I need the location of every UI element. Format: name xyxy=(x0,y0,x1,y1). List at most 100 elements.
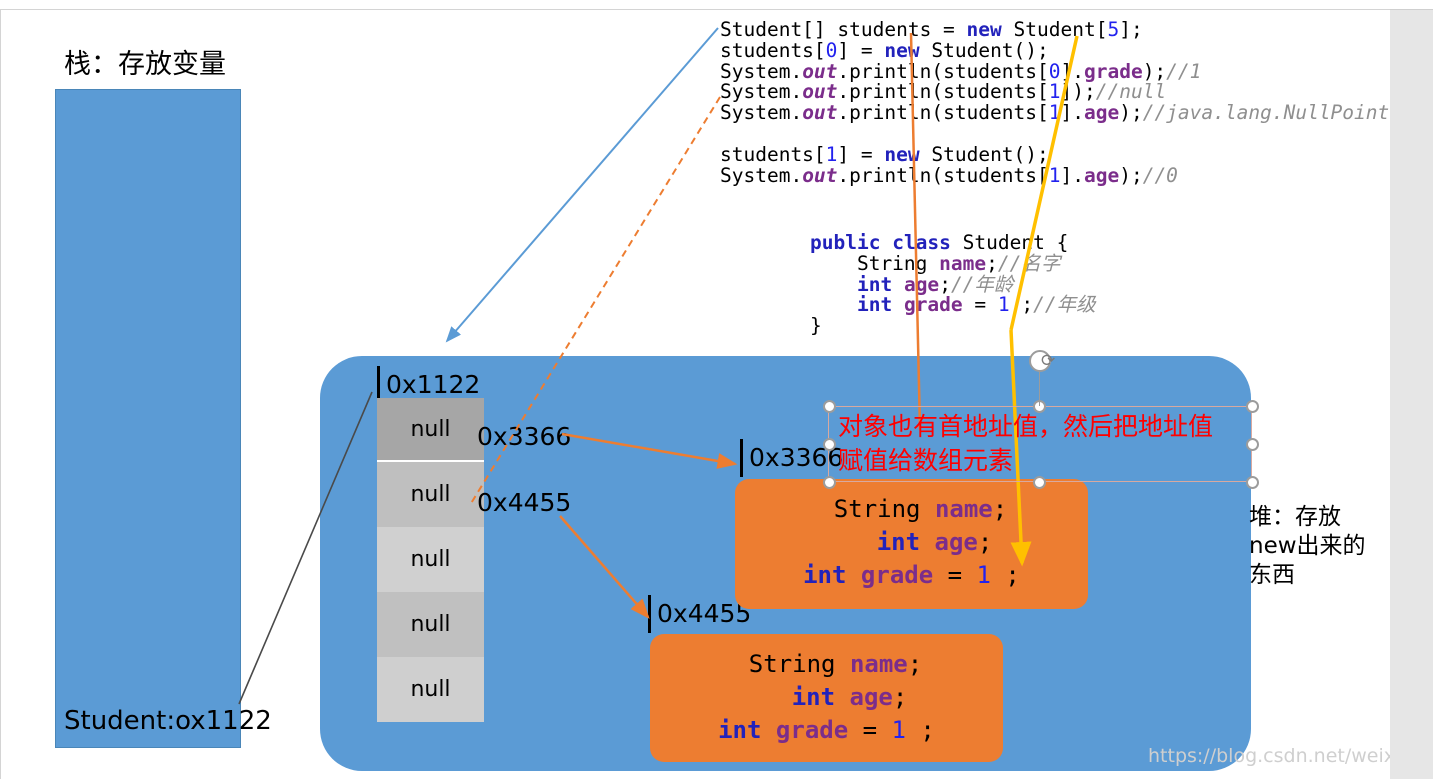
field-tail: ; xyxy=(905,716,935,744)
object-address-1: 0x4455 xyxy=(648,595,751,633)
field-type: int xyxy=(791,683,836,711)
array-cell[interactable]: null xyxy=(377,592,484,657)
code-line: int grade = 1 ;//年级 xyxy=(856,293,1096,317)
array-cell[interactable]: null xyxy=(377,462,484,527)
number: 0 xyxy=(1048,59,1061,83)
field-tail: ; xyxy=(990,561,1020,589)
slide-left-border xyxy=(0,9,1,779)
heap-label-text: 堆：存放 new出来的 东西 xyxy=(1249,504,1366,588)
keyword-public: public xyxy=(810,231,881,254)
page-edge-bottom xyxy=(1390,190,1398,779)
code-line: Student[] students = new Student[5]; xyxy=(720,18,1143,41)
rotation-handle-stem xyxy=(1039,368,1040,406)
object-field-line: int grade = 1 ; xyxy=(650,714,1003,747)
stack-variable-label: Student:ox1122 xyxy=(64,706,272,736)
keyword-new: new xyxy=(884,142,920,166)
field-type: int xyxy=(803,561,847,589)
number: 1 xyxy=(997,293,1010,317)
comment: //1 xyxy=(1166,59,1202,83)
comment: //null xyxy=(1095,80,1167,104)
field-value: 1 xyxy=(976,561,991,589)
field-sep: = xyxy=(848,716,892,744)
code-line: System.out.println(students[1].age);//ja… xyxy=(720,101,1433,124)
number: 1 xyxy=(1048,163,1061,187)
object-field-line: int age; xyxy=(735,526,1088,559)
resize-handle-bottom-center[interactable] xyxy=(1033,476,1046,489)
number: 5 xyxy=(1107,18,1120,41)
field-type: int xyxy=(718,716,762,744)
code-line: System.out.println(students[1]);//null xyxy=(720,80,1167,104)
field-sep: ; xyxy=(907,650,923,678)
field-type: int xyxy=(876,528,921,556)
field-name: name xyxy=(849,650,908,678)
resize-handle-top-left[interactable] xyxy=(823,400,836,413)
stack-variable-box[interactable]: Student:ox1122 xyxy=(56,695,272,747)
array-element-address-0: 0x3366 xyxy=(477,422,572,451)
array-base-address: 0x1122 xyxy=(377,366,480,404)
red-annotation: 对象也有首地址值，然后把地址值 赋值给数组元素 xyxy=(838,410,1258,478)
stack-title: 栈：存放变量 xyxy=(64,49,226,80)
red-annotation-line-2: 赋值给数组元素 xyxy=(838,446,1014,475)
heap-label: 堆：存放 new出来的 东西 xyxy=(1249,503,1389,590)
field-grade: grade xyxy=(903,293,963,317)
field-age: age xyxy=(1083,101,1120,125)
object-field-line: int grade = 1 ; xyxy=(735,559,1088,592)
code-line: System.out.println(students[1].age);//0 xyxy=(720,163,1178,187)
array-cell[interactable]: null xyxy=(377,398,484,462)
field-value: 1 xyxy=(891,716,906,744)
resize-handle-bottom-left[interactable] xyxy=(823,476,836,489)
keyword-class: class xyxy=(892,231,951,254)
comment: //年龄 xyxy=(950,272,1014,296)
number: 0 xyxy=(825,38,838,62)
field-name: grade xyxy=(860,561,934,589)
comment: //0 xyxy=(1142,163,1178,187)
array-cells[interactable]: null null null null null xyxy=(377,398,484,723)
number: 1 xyxy=(825,142,838,166)
stack-region[interactable] xyxy=(55,89,241,748)
ident-out: out xyxy=(802,80,838,104)
field-grade: grade xyxy=(1083,59,1143,83)
code-line: System.out.println(students[0].grade);//… xyxy=(720,59,1202,83)
resize-handle-middle-right[interactable] xyxy=(1246,438,1259,451)
number: 1 xyxy=(1048,80,1061,104)
field-sep: ; xyxy=(892,683,908,711)
keyword-new: new xyxy=(884,38,920,62)
code-block-class[interactable]: public class Student { String name;//名字 … xyxy=(810,231,1096,337)
object-field-line: String name; xyxy=(735,493,1088,526)
field-name: name xyxy=(939,251,987,275)
code-line: students[1] = new Student(); xyxy=(720,142,1049,166)
slide-canvas: 栈：存放变量 Student:ox1122 堆：存放 new出来的 东西 0x1… xyxy=(0,0,1433,779)
resize-handle-bottom-right[interactable] xyxy=(1246,476,1259,489)
ident-out: out xyxy=(802,59,838,83)
code-block-main[interactable]: Student[] students = new Student[5]; stu… xyxy=(720,18,1433,187)
heap-object-box[interactable]: String name; int age; int grade = 1 ; xyxy=(650,634,1003,762)
ident-out: out xyxy=(802,163,838,187)
red-annotation-line-1: 对象也有首地址值，然后把地址值 xyxy=(838,412,1214,441)
code-line: public class Student { xyxy=(810,231,1069,254)
field-type: String xyxy=(833,495,921,523)
code-line: int age;//年龄 xyxy=(856,272,1014,296)
field-name: grade xyxy=(775,716,849,744)
code-line: students[0] = new Student(); xyxy=(720,38,1049,62)
heap-object-box[interactable]: String name; int age; int grade = 1 ; xyxy=(735,479,1088,609)
field-name: age xyxy=(934,528,978,556)
comment: //年级 xyxy=(1033,293,1096,317)
keyword-new: new xyxy=(966,18,1002,41)
field-sep: = xyxy=(933,561,977,589)
field-name: age xyxy=(849,683,893,711)
keyword-int: int xyxy=(856,293,893,317)
ident-out: out xyxy=(802,101,838,125)
array-cell[interactable]: null xyxy=(377,657,484,722)
resize-handle-middle-left[interactable] xyxy=(823,438,836,451)
resize-handle-top-right[interactable] xyxy=(1246,400,1259,413)
object-field-line: String name; xyxy=(650,648,1003,681)
field-sep: ; xyxy=(992,495,1008,523)
code-line: String name;//名字 xyxy=(810,251,1061,275)
slide-top-border xyxy=(0,9,1390,10)
field-type: String xyxy=(748,650,836,678)
connector-array-declaration xyxy=(445,27,719,343)
field-sep: ; xyxy=(977,528,993,556)
array-cell[interactable]: null xyxy=(377,527,484,592)
object-field-line: int age; xyxy=(650,681,1003,714)
field-name: name xyxy=(934,495,993,523)
